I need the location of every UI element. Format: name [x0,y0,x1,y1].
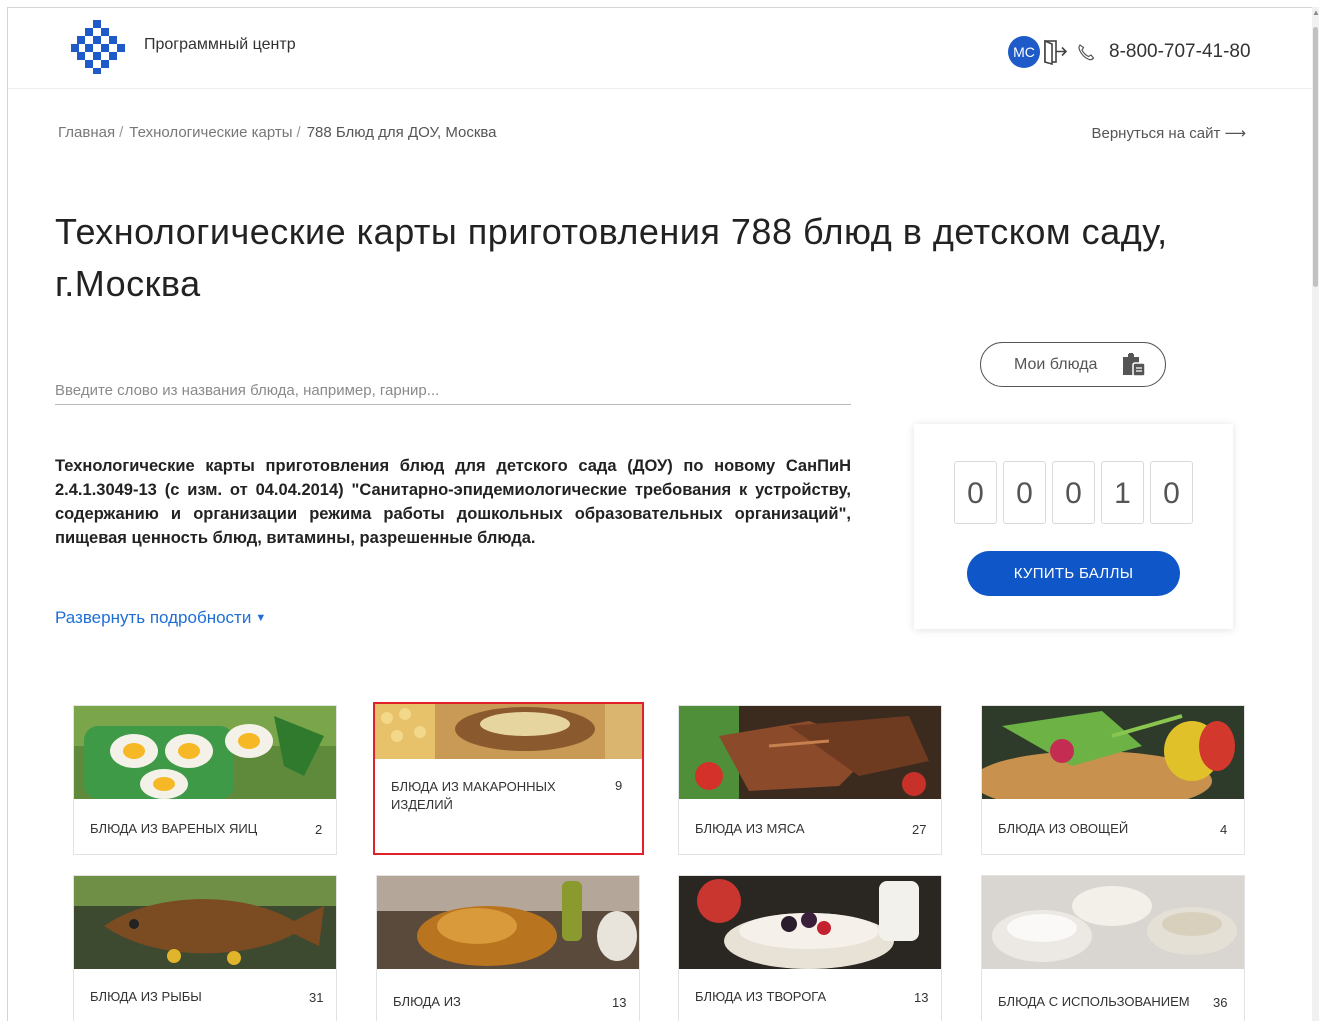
category-name: Блюда из мяса [695,821,805,836]
points-digit: 0 [1150,461,1193,524]
category-image [679,706,941,799]
category-image [377,876,639,969]
scrollbar[interactable]: ▲ [1312,7,1319,1021]
phone-icon [1078,44,1095,61]
brand-name[interactable]: Программный центр [144,36,296,54]
page-title: Технологические карты приготовления 788 … [55,211,1168,304]
category-count: 13 [914,990,929,1005]
breadcrumb-current: 788 Блюд для ДОУ, Москва [306,124,497,141]
category-card-poultry[interactable]: Блюда из 13 [376,875,640,1021]
category-name: Блюда из вареных яиц [90,821,258,836]
category-card-meat[interactable]: Блюда из мяса 27 [678,705,942,855]
category-image [74,706,336,799]
points-digit: 0 [1052,461,1095,524]
category-card-boiled-eggs[interactable]: Блюда из вареных яиц 2 [73,705,337,855]
page-frame: Программный центр МС 8-800-707-41-80 Гла… [7,7,1312,1021]
points-digit: 1 [1101,461,1144,524]
category-image [375,704,642,759]
category-count: 2 [315,822,323,837]
caret-down-icon: ▼ [255,612,267,624]
category-card-cottage-cheese[interactable]: Блюда из творога 13 [678,875,942,1021]
category-image [982,706,1244,799]
search-input[interactable] [55,365,851,405]
points-digit: 0 [1003,461,1046,524]
logo-icon[interactable] [70,18,126,74]
expand-details-label: Развернуть подробности [55,608,252,627]
category-card-pasta[interactable]: Блюда из макаронных изделий 9 [373,702,644,855]
scrollbar-thumb[interactable] [1313,27,1318,287]
category-count: 27 [912,822,927,837]
category-card-fish[interactable]: Блюда из рыбы 31 [73,875,337,1021]
category-image [982,876,1244,969]
category-card-using[interactable]: Блюда с использованием 36 [981,875,1245,1021]
category-count: 31 [309,990,324,1005]
category-count: 9 [615,778,623,793]
category-count: 4 [1220,822,1228,837]
category-count: 13 [612,995,627,1010]
breadcrumb-separator: / [296,124,301,141]
expand-details-link[interactable]: Развернуть подробности ▼ [55,608,266,628]
breadcrumb-tech-cards[interactable]: Технологические карты [129,124,292,141]
points-counter: 0 0 0 1 0 [954,461,1193,524]
buy-points-button[interactable]: КУПИТЬ БАЛЛЫ [967,551,1180,596]
points-digit: 0 [954,461,997,524]
category-card-vegetables[interactable]: Блюда из овощей 4 [981,705,1245,855]
breadcrumb-separator: / [119,124,124,141]
exit-icon[interactable] [1042,39,1068,65]
breadcrumb: Главная / Технологические карты/788 Блюд д… [58,124,497,141]
points-card: 0 0 0 1 0 КУПИТЬ БАЛЛЫ [914,424,1233,629]
header: Программный центр МС 8-800-707-41-80 [8,8,1312,89]
breadcrumb-home[interactable]: Главная [58,124,115,141]
category-image [74,876,336,969]
category-name: Блюда из макаронных изделий [391,779,556,812]
category-name: Блюда из [393,994,461,1009]
my-dishes-label: Мои блюда [1014,356,1098,373]
scroll-up-icon[interactable]: ▲ [1312,7,1319,19]
category-name: Блюда с использованием [998,994,1190,1009]
category-count: 36 [1213,995,1228,1010]
avatar[interactable]: МС [1008,36,1040,68]
phone-number[interactable]: 8-800-707-41-80 [1109,41,1251,63]
description: Технологические карты приготовления блюд… [55,457,851,547]
category-name: Блюда из овощей [998,821,1129,836]
category-name: Блюда из рыбы [90,989,202,1004]
my-dishes-button[interactable]: Мои блюда [980,342,1166,387]
category-image [679,876,941,969]
clipboard-icon [1123,353,1146,377]
back-to-site-link[interactable]: Вернуться на сайт ⟶ [1091,124,1246,142]
category-name: Блюда из творога [695,989,827,1004]
